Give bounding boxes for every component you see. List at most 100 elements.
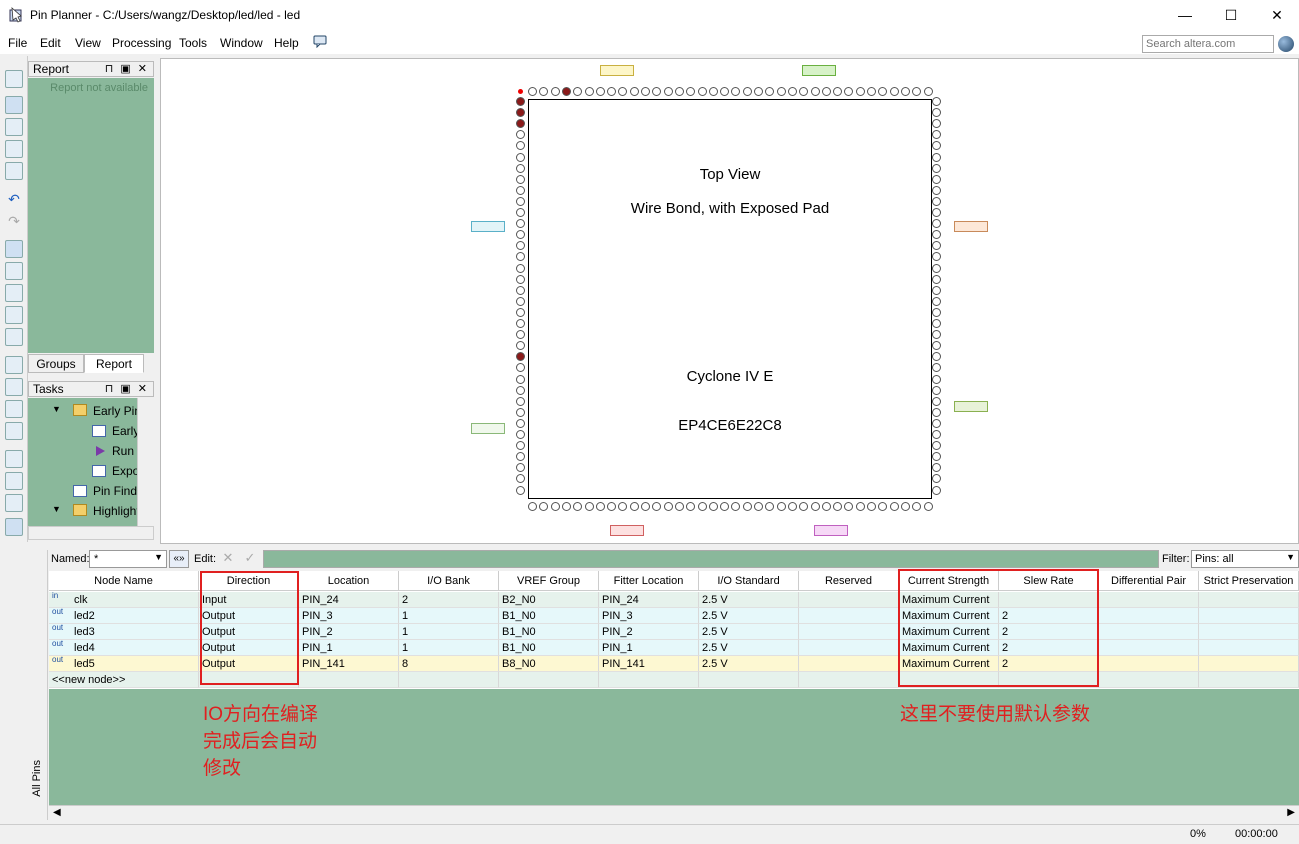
task-item[interactable]: Highlight [93, 504, 140, 518]
table-cell-direction[interactable]: Input [199, 592, 299, 608]
chip-pin[interactable] [584, 87, 594, 96]
chip-pin[interactable] [708, 502, 718, 511]
table-cell-empty[interactable] [1199, 592, 1299, 608]
chip-pin[interactable] [641, 502, 650, 511]
new-node-row[interactable]: <<new node>> [49, 672, 199, 688]
chip-pin[interactable] [516, 307, 525, 317]
table-cell-empty[interactable] [999, 672, 1099, 688]
chip-pin[interactable] [754, 502, 763, 511]
tasks-scrollbar[interactable] [137, 398, 154, 526]
table-cell-slew[interactable] [999, 592, 1099, 608]
zoom-icon[interactable] [5, 118, 23, 136]
chip-pin[interactable] [629, 502, 639, 511]
chip-pin[interactable] [516, 319, 525, 328]
chip-pin[interactable] [776, 502, 786, 511]
table-cell-empty[interactable] [299, 672, 399, 688]
pin-planner-icon[interactable] [5, 70, 23, 88]
table-cell-current[interactable]: Maximum Current [899, 608, 999, 624]
chip-pin[interactable] [776, 87, 786, 96]
chip-pin[interactable] [516, 296, 525, 306]
chip-pin[interactable] [516, 485, 525, 495]
chip-pin[interactable] [697, 87, 707, 96]
expand-chevron-icon[interactable]: ▼ [52, 404, 61, 414]
node-name-cell[interactable]: out led5 [49, 656, 199, 672]
pin-legend-icon[interactable] [5, 240, 23, 258]
node-name-cell[interactable]: in clk [49, 592, 199, 608]
table-cell-location[interactable]: PIN_141 [299, 656, 399, 672]
chip-pin[interactable] [516, 152, 525, 162]
chip-pin[interactable] [810, 502, 820, 511]
chip-pin[interactable] [855, 87, 865, 96]
table-cell-empty[interactable] [899, 672, 999, 688]
expand-chevron-icon[interactable]: ▼ [52, 504, 61, 514]
task-item[interactable]: Run [112, 444, 134, 458]
table-cell-slew[interactable]: 2 [999, 608, 1099, 624]
globe-icon[interactable] [1278, 36, 1294, 52]
table-cell-fitter[interactable]: PIN_3 [599, 608, 699, 624]
chip-pin[interactable] [932, 196, 941, 206]
table-cell-slew[interactable]: 2 [999, 624, 1099, 640]
chip-pin[interactable] [821, 87, 831, 96]
chip-pin[interactable] [932, 385, 941, 395]
chip-pin[interactable] [663, 502, 673, 511]
chip-pin[interactable] [516, 97, 525, 106]
chip-pin[interactable] [810, 87, 820, 96]
table-cell-current[interactable]: Maximum Current [899, 592, 999, 608]
table-cell-empty[interactable] [699, 672, 799, 688]
chip-pin[interactable] [932, 485, 941, 495]
chip-pin[interactable] [528, 87, 537, 96]
table-cell-reserved[interactable] [799, 592, 899, 608]
chip-package[interactable] [528, 99, 932, 499]
table-cell-vref[interactable]: B1_N0 [499, 624, 599, 640]
table-cell-empty[interactable] [1199, 608, 1299, 624]
io-assignment-icon[interactable] [5, 494, 23, 512]
chip-pin[interactable] [584, 502, 594, 511]
chip-pin[interactable] [742, 87, 752, 96]
chip-pin[interactable] [867, 502, 876, 511]
chip-pin[interactable] [674, 87, 684, 96]
tasks-panel-controls[interactable]: ⊓ ▣ ✕ [105, 382, 149, 397]
chip-pin[interactable] [932, 296, 941, 306]
table-cell-empty[interactable] [1199, 640, 1299, 656]
column-header[interactable]: Fitter Location [599, 571, 699, 591]
chip-pin[interactable] [900, 87, 910, 96]
table-cell-location[interactable]: PIN_2 [299, 624, 399, 640]
chip-pin[interactable] [932, 307, 941, 317]
list-view-icon[interactable] [5, 284, 23, 302]
task-item[interactable]: Expo [112, 464, 139, 478]
node-name-cell[interactable]: out led3 [49, 624, 199, 640]
chip-pin[interactable] [932, 396, 941, 406]
chip-pin[interactable] [516, 163, 525, 173]
table-cell-reserved[interactable] [799, 656, 899, 672]
all-pins-side-tab[interactable]: All Pins [30, 550, 48, 820]
table-cell-location[interactable]: PIN_3 [299, 608, 399, 624]
chip-pin[interactable] [742, 502, 752, 511]
menu-view[interactable]: View [75, 36, 101, 50]
table-cell-location[interactable]: PIN_24 [299, 592, 399, 608]
tab-groups[interactable]: Groups [28, 354, 84, 373]
table-cell-vref[interactable]: B8_N0 [499, 656, 599, 672]
chip-pin[interactable] [516, 208, 525, 217]
hand-pan-icon[interactable] [5, 140, 23, 158]
table-cell-empty[interactable] [1099, 640, 1199, 656]
chip-pin[interactable] [787, 502, 797, 511]
table-cell-location[interactable]: PIN_1 [299, 640, 399, 656]
chip-pin[interactable] [516, 196, 525, 206]
table-cell-empty[interactable] [1099, 608, 1199, 624]
table-cell-vref[interactable]: B1_N0 [499, 608, 599, 624]
chip-pin[interactable] [932, 274, 941, 284]
chip-pin[interactable] [595, 87, 605, 96]
undo-icon[interactable]: ↶ [5, 190, 23, 208]
chip-pin[interactable] [663, 87, 673, 96]
chip-pin[interactable] [932, 163, 941, 173]
chip-pin[interactable] [754, 87, 763, 96]
table-cell-standard[interactable]: 2.5 V [699, 640, 799, 656]
pin-properties-icon[interactable] [5, 356, 23, 374]
probe-icon[interactable] [5, 400, 23, 418]
chip-pin[interactable] [561, 502, 571, 511]
chip-pin[interactable] [674, 502, 684, 511]
table-cell-fitter[interactable]: PIN_1 [599, 640, 699, 656]
table-cell-empty[interactable] [1099, 656, 1199, 672]
chip-pin[interactable] [516, 430, 525, 439]
table-cell-current[interactable]: Maximum Current [899, 640, 999, 656]
